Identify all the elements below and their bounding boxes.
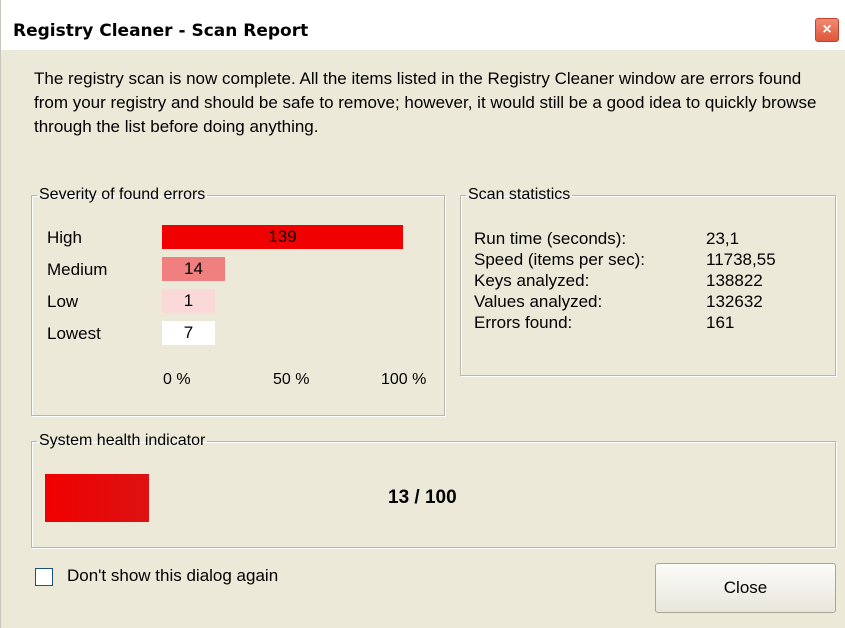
close-button[interactable]: Close bbox=[655, 563, 836, 613]
severity-label-low: Low bbox=[47, 292, 79, 311]
axis-tick-50: 50 % bbox=[273, 371, 310, 388]
dont-show-again-checkbox[interactable] bbox=[35, 568, 53, 586]
stat-label-keys: Keys analyzed: bbox=[474, 271, 590, 290]
severity-bar-medium: 14 bbox=[162, 257, 225, 281]
stat-label-speed: Speed (items per sec): bbox=[474, 250, 646, 269]
stat-value-errors: 161 bbox=[706, 313, 735, 332]
scan-statistics-legend: Scan statistics bbox=[468, 186, 571, 203]
stat-value-keys: 138822 bbox=[706, 271, 763, 290]
stat-label-run-time: Run time (seconds): bbox=[474, 229, 627, 248]
intro-text: The registry scan is now complete. All t… bbox=[34, 69, 817, 136]
health-score: 13 / 100 bbox=[388, 487, 457, 508]
title-bar[interactable]: Registry Cleaner - Scan Report × bbox=[1, 0, 845, 50]
stat-value-speed: 11738,55 bbox=[706, 250, 776, 269]
scan-report-dialog: Registry Cleaner - Scan Report × The reg… bbox=[0, 0, 845, 628]
severity-bar-high: 139 bbox=[162, 225, 403, 249]
dont-show-again-label[interactable]: Don't show this dialog again bbox=[67, 566, 278, 586]
severity-legend: Severity of found errors bbox=[39, 186, 206, 203]
severity-label-lowest: Lowest bbox=[47, 324, 101, 343]
window-title: Registry Cleaner - Scan Report bbox=[13, 21, 309, 41]
stat-label-errors: Errors found: bbox=[474, 313, 573, 332]
stat-value-run-time: 23,1 bbox=[706, 229, 740, 248]
stat-label-values: Values analyzed: bbox=[474, 292, 603, 311]
system-health-legend: System health indicator bbox=[39, 432, 206, 449]
close-window-button[interactable]: × bbox=[815, 18, 839, 42]
health-indicator-bar bbox=[45, 474, 149, 522]
axis-tick-100: 100 % bbox=[381, 371, 427, 388]
axis-tick-0: 0 % bbox=[163, 371, 191, 388]
severity-bar-low: 1 bbox=[162, 289, 215, 313]
stat-value-values: 132632 bbox=[706, 292, 763, 311]
severity-label-high: High bbox=[47, 228, 82, 247]
close-icon: × bbox=[822, 21, 832, 38]
severity-label-medium: Medium bbox=[47, 260, 108, 279]
severity-bar-lowest: 7 bbox=[162, 321, 215, 345]
